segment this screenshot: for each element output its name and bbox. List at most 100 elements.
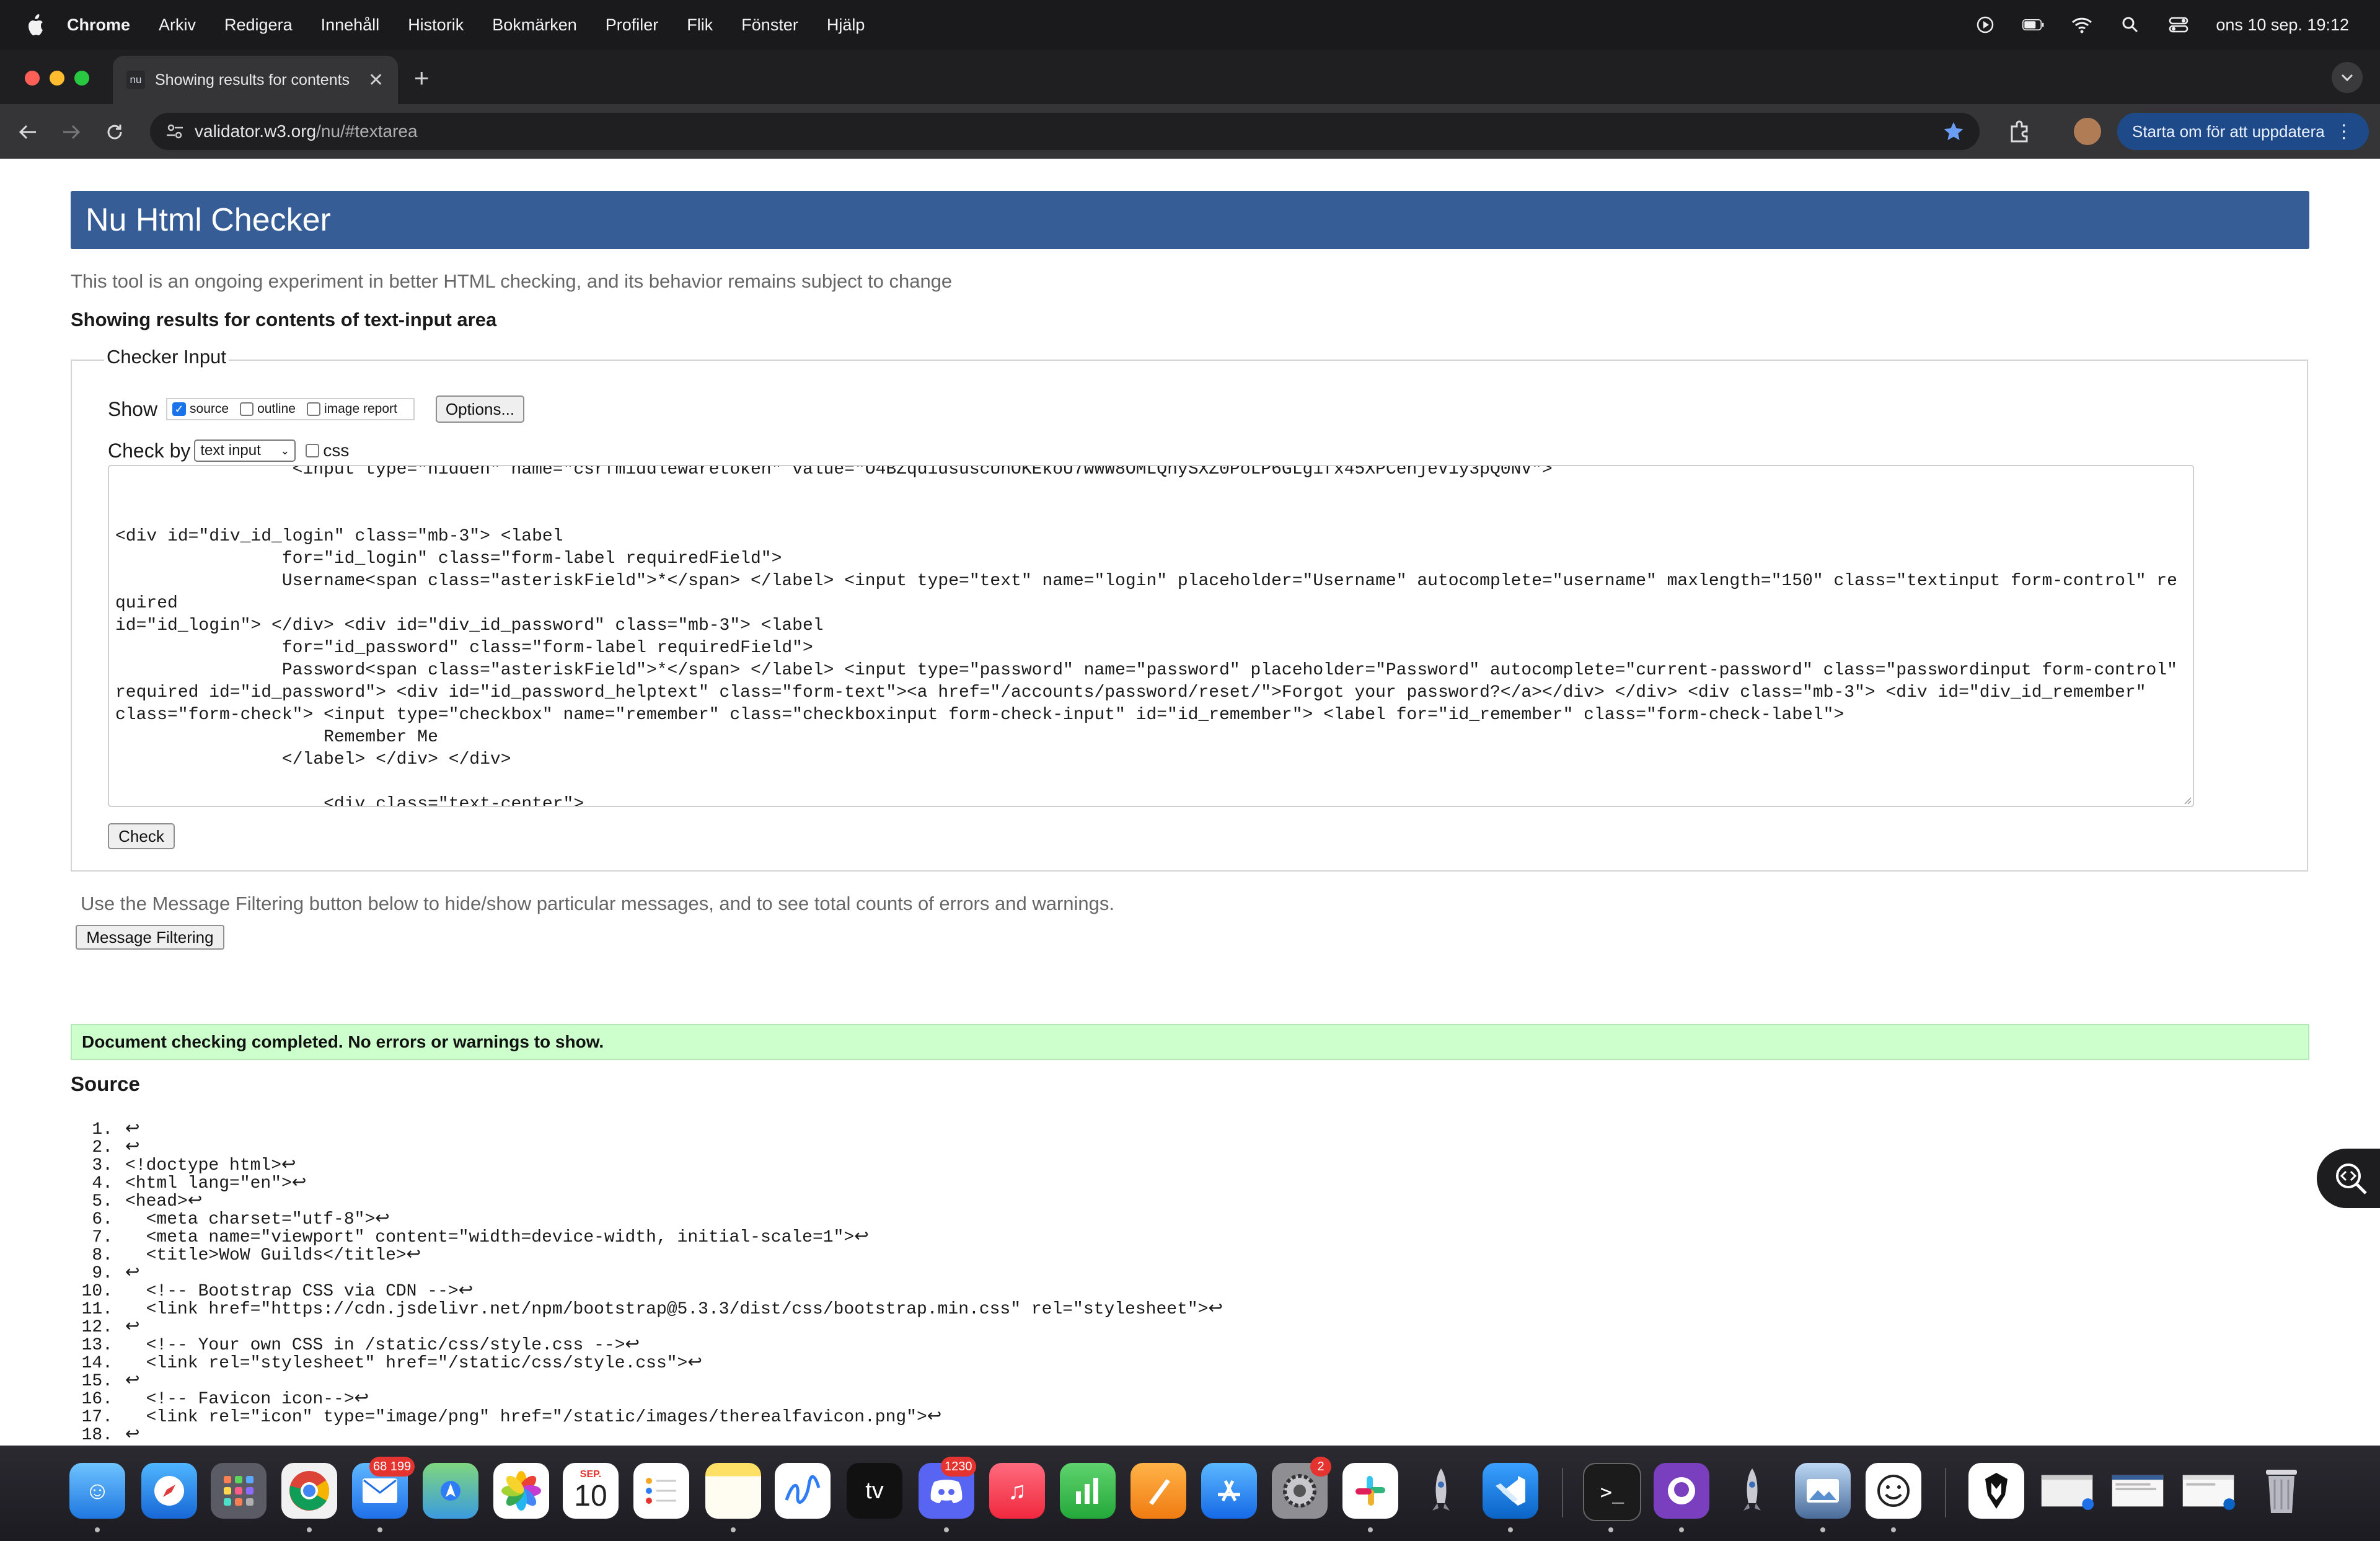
search-icon[interactable] [2119,14,2141,36]
bookmark-star-icon[interactable] [1942,120,1965,143]
apple-tv-label: tv [865,1477,884,1504]
minimized-window-2[interactable] [2110,1463,2166,1519]
check-button[interactable]: Check [108,823,175,849]
safari-icon[interactable] [141,1463,197,1519]
close-window-button[interactable] [25,71,40,86]
source-line-number: 7. [92,1228,113,1247]
intro-text: This tool is an ongoing experiment in be… [71,270,953,292]
options-button[interactable]: Options... [435,395,525,423]
tab-search-button[interactable] [2332,62,2363,93]
show-row: Show ✓ source outline image report Optio… [108,391,525,428]
maps-icon[interactable] [423,1463,478,1519]
more-menu-icon[interactable]: ⋮ [2335,121,2353,143]
source-line: 6. <meta charset="utf-8">↩ [74,1211,1223,1229]
source-heading: Source [71,1072,140,1095]
finder-icon[interactable]: ☺ [69,1463,125,1519]
tab-active[interactable]: nu Showing results for contents ✕ [113,56,398,104]
menu-item-innehall[interactable]: Innehåll [321,15,380,35]
app-store-icon[interactable] [1201,1463,1257,1519]
textarea-content[interactable]: <input type="hidden" name="csrfmiddlewar… [115,466,2185,806]
launchpad-icon[interactable] [211,1463,267,1519]
reminders-icon[interactable] [633,1463,689,1519]
message-filtering-button[interactable]: Message Filtering [76,925,224,950]
url-path: /nu/#textarea [316,121,418,141]
apple-icon[interactable] [25,12,46,37]
numbers-icon[interactable] [1060,1463,1116,1519]
show-options-group: ✓ source outline image report [166,398,415,420]
tab-title: Showing results for contents [155,71,350,89]
notes-icon[interactable] [705,1463,761,1519]
apple-tv-icon[interactable]: tv [847,1463,902,1519]
menu-item-hjalp[interactable]: Hjälp [827,15,865,35]
horde-guild-icon[interactable] [1968,1463,2024,1519]
site-info-icon[interactable] [162,123,187,140]
menu-item-profiler[interactable]: Profiler [606,15,659,35]
forward-arrow-icon[interactable] [56,117,87,148]
dock-separator [1945,1468,1946,1517]
browser-toolbar: validator.w3.org/nu/#textarea Starta om … [0,104,2380,159]
menu-item-historik[interactable]: Historik [408,15,464,35]
code-inspect-widget[interactable] [2317,1149,2380,1208]
play-circle-icon[interactable] [1974,14,1996,36]
close-tab-icon[interactable]: ✕ [368,69,384,91]
minimized-window-3[interactable] [2180,1463,2236,1519]
css-checkbox[interactable] [306,444,320,457]
control-center-icon[interactable] [2167,14,2190,36]
mail-badge: 68 199 [369,1457,415,1477]
freeform-icon[interactable] [775,1463,831,1519]
reload-icon[interactable] [99,117,130,148]
check-by-select[interactable]: text input ⌄ [194,439,296,462]
chrome-icon[interactable] [281,1463,337,1519]
show-source-option[interactable]: ✓ source [172,402,229,417]
update-restart-button[interactable]: Starta om för att uppdatera ⋮ [2117,113,2369,150]
rocket-app-icon[interactable] [1413,1463,1469,1519]
css-label: css [323,441,350,460]
menu-item-flik[interactable]: Flik [687,15,713,35]
new-tab-button[interactable]: + [414,63,430,93]
preview-icon[interactable] [1795,1463,1851,1519]
calendar-icon[interactable]: SEP. 10 [563,1463,619,1519]
show-outline-option[interactable]: outline [240,402,296,417]
vscode-icon[interactable] [1483,1463,1538,1519]
profile-avatar[interactable] [2074,118,2101,145]
extensions-puzzle-icon[interactable] [2006,117,2035,146]
message-filter-hint: Use the Message Filtering button below t… [81,893,1115,914]
rocket-app-2-icon[interactable] [1724,1463,1780,1519]
source-line-number: 12. [81,1318,113,1337]
dock: ☺ 68 199 SEP. 10 tv 1230 ♫ 2 >_ [0,1446,2380,1541]
photos-icon[interactable] [493,1463,549,1519]
wifi-icon[interactable] [2071,14,2093,36]
minimized-window-1[interactable] [2039,1463,2095,1519]
image-report-checkbox[interactable] [306,402,320,416]
source-line-text: ↩ [125,1264,140,1283]
menu-app-name[interactable]: Chrome [67,15,130,35]
running-indicator [1820,1527,1825,1532]
trash-icon[interactable] [2254,1463,2309,1519]
url-text[interactable]: validator.w3.org/nu/#textarea [195,121,418,141]
source-textarea[interactable]: <input type="hidden" name="csrfmiddlewar… [108,465,2194,807]
show-image-report-option[interactable]: image report [306,402,397,417]
battery-icon[interactable] [2022,14,2045,36]
menu-item-fonster[interactable]: Fönster [741,15,798,35]
source-line-text: <html lang="en">↩ [125,1174,307,1193]
source-line: 17. <link rel="icon" type="image/png" hr… [74,1408,1223,1426]
address-bar[interactable]: validator.w3.org/nu/#textarea [150,113,1980,150]
menu-item-arkiv[interactable]: Arkiv [159,15,196,35]
source-line-number: 2. [92,1138,113,1157]
outline-checkbox[interactable] [240,402,254,416]
music-icon[interactable]: ♫ [989,1463,1045,1519]
resize-handle-icon[interactable] [2182,795,2192,805]
minimize-window-button[interactable] [50,71,64,86]
github-desktop-icon[interactable] [1654,1463,1709,1519]
menu-item-redigera[interactable]: Redigera [224,15,293,35]
slack-icon[interactable] [1342,1463,1398,1519]
back-arrow-icon[interactable] [12,117,43,148]
terminal-prompt-glyph: >_ [1600,1480,1624,1504]
source-checkbox[interactable]: ✓ [172,402,187,416]
menu-item-bokmarken[interactable]: Bokmärken [492,15,577,35]
terminal-icon[interactable]: >_ [1583,1463,1641,1521]
zoom-window-button[interactable] [74,71,89,86]
happy-face-app-icon[interactable] [1866,1463,1921,1519]
pages-icon[interactable] [1130,1463,1186,1519]
menubar-clock[interactable]: ons 10 sep. 19:12 [2216,15,2349,35]
